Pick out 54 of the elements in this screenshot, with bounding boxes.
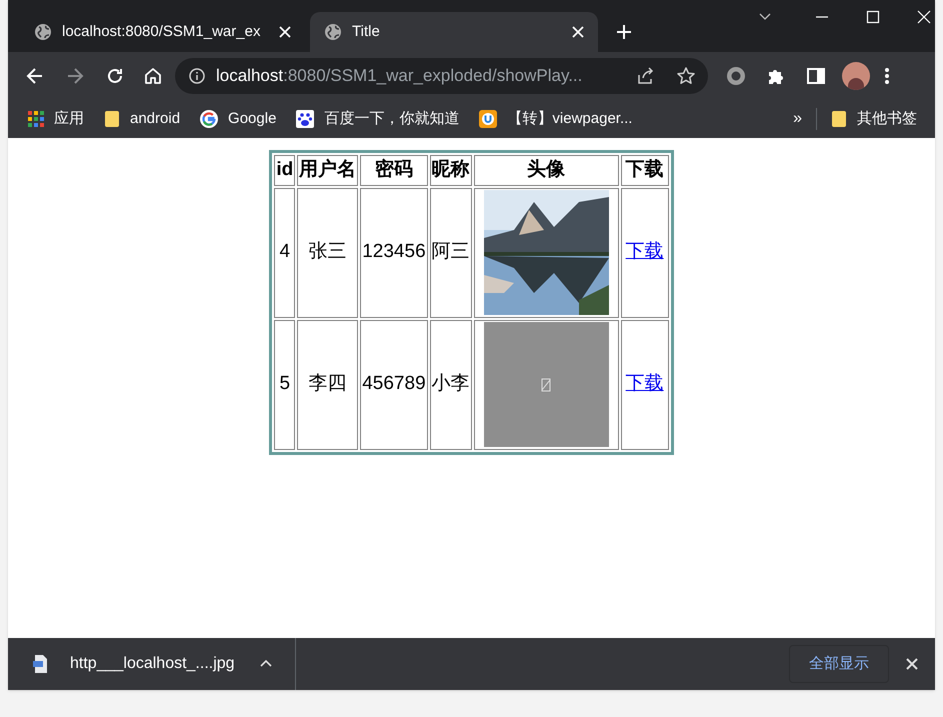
- google-g-icon: [200, 110, 218, 128]
- reload-icon[interactable]: [105, 66, 125, 86]
- profile-avatar[interactable]: [842, 62, 870, 90]
- table-cell: 4: [274, 188, 296, 318]
- address-bar[interactable]: localhost:8080/SSM1_war_exploded/showPlay...: [175, 58, 708, 94]
- bookmark-item[interactable]: android: [104, 108, 180, 130]
- tab-title: localhost:8080/SSM1_war_ex: [62, 22, 262, 42]
- column-header: 下载: [620, 155, 669, 186]
- globe-icon: [324, 23, 342, 41]
- table-cell: 5: [274, 320, 296, 450]
- close-icon[interactable]: [905, 657, 919, 671]
- table-cell: 李四: [297, 320, 358, 450]
- side-panel-icon[interactable]: [806, 66, 826, 86]
- column-header: 头像: [474, 155, 619, 186]
- folder-icon: [104, 110, 120, 128]
- forward-icon[interactable]: [65, 66, 85, 86]
- extension-icon[interactable]: [725, 65, 747, 87]
- table-cell: 张三: [297, 188, 358, 318]
- bookmark-item[interactable]: 百度一下，你就知道: [296, 108, 460, 130]
- site-logo-icon: [479, 110, 498, 128]
- home-icon[interactable]: [143, 66, 163, 86]
- browser-tab[interactable]: Title: [310, 12, 598, 52]
- info-icon[interactable]: [189, 68, 205, 84]
- file-icon: [33, 654, 49, 674]
- share-icon[interactable]: [636, 67, 656, 85]
- broken-image-icon: [541, 378, 552, 392]
- bookmark-item[interactable]: 应用: [28, 108, 84, 130]
- table-cell: 123456: [360, 188, 428, 318]
- apps-grid-icon: [28, 111, 44, 127]
- plus-icon: [616, 24, 632, 40]
- column-header: 密码: [360, 155, 428, 186]
- star-icon[interactable]: [676, 66, 696, 86]
- table-cell: 阿三: [430, 188, 472, 318]
- column-header: id: [274, 155, 296, 186]
- paw-icon: [296, 110, 314, 128]
- bookmark-item[interactable]: Google: [200, 108, 276, 130]
- folder-icon: [831, 110, 847, 128]
- bookmark-item[interactable]: 【转】viewpager...: [479, 108, 632, 130]
- globe-icon: [34, 23, 52, 41]
- back-icon[interactable]: [25, 66, 45, 86]
- menu-icon[interactable]: [884, 67, 890, 85]
- table-cell: 小李: [430, 320, 472, 450]
- column-header: 昵称: [430, 155, 472, 186]
- download-link[interactable]: 下载: [626, 373, 664, 394]
- tab-title: Title: [352, 22, 381, 42]
- bookmarks-overflow-button[interactable]: »: [793, 107, 802, 131]
- other-bookmarks-button[interactable]: 其他书签: [831, 108, 917, 130]
- download-file-name[interactable]: http___localhost_....jpg: [70, 652, 235, 676]
- show-all-button[interactable]: 全部显示: [789, 645, 889, 683]
- maximize-icon[interactable]: [866, 10, 880, 24]
- table-cell: 456789: [360, 320, 428, 450]
- column-header: 用户名: [297, 155, 358, 186]
- url-text: localhost:8080/SSM1_war_exploded/showPlay...: [216, 65, 582, 88]
- download-link[interactable]: 下载: [626, 241, 664, 262]
